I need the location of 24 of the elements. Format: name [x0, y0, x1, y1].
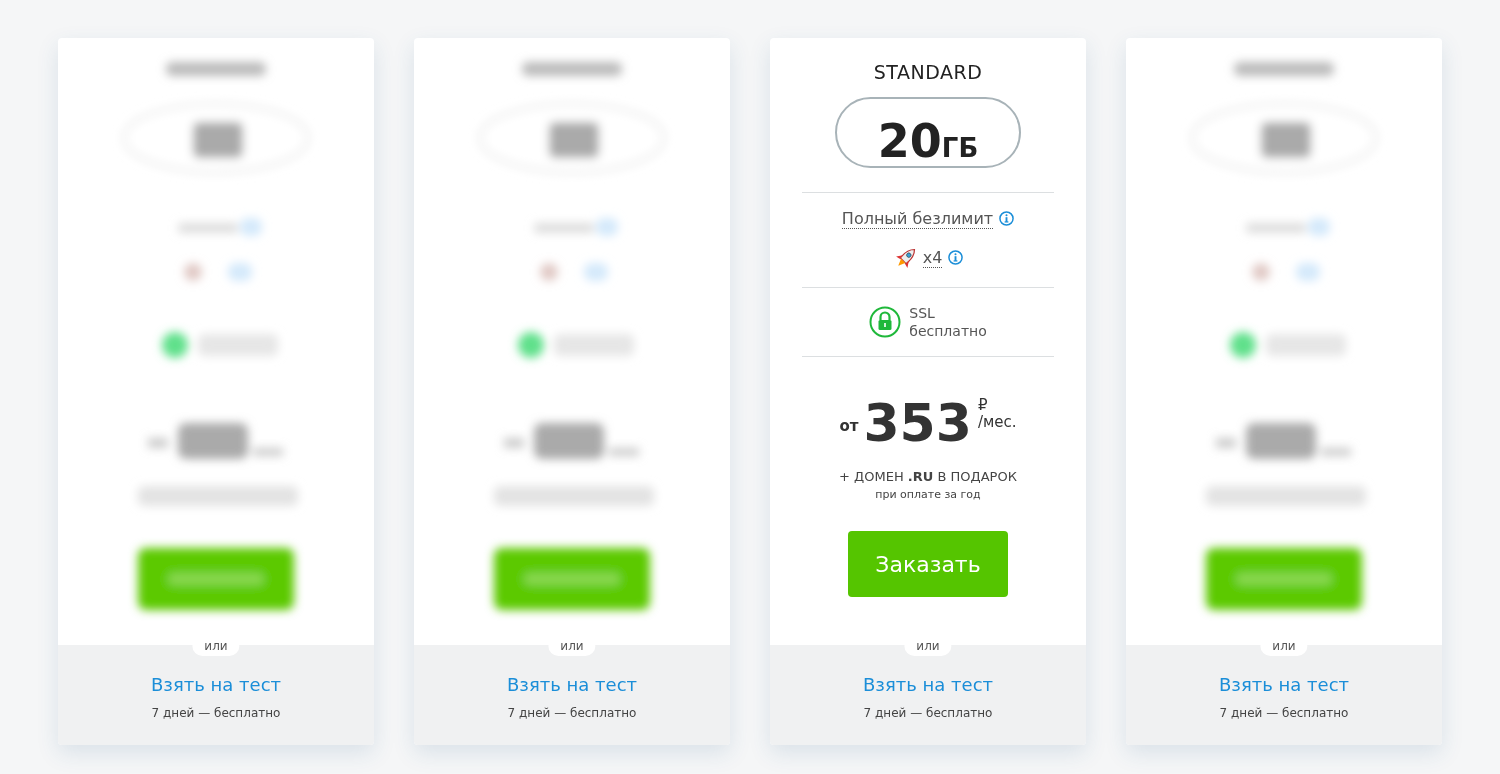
trial-link[interactable]: Взять на тест — [151, 671, 281, 698]
info-icon[interactable] — [999, 211, 1015, 227]
price-prefix: от — [839, 415, 859, 437]
bonus-note: при оплате за год — [875, 486, 981, 503]
lock-icon — [869, 305, 902, 338]
trial-link[interactable]: Взять на тест — [507, 671, 637, 698]
speed-label[interactable]: x4 — [922, 247, 943, 268]
price-period: /мес. — [977, 414, 1017, 432]
ssl-note: бесплатно — [909, 321, 987, 341]
bonus-text: + ДОМЕН .RU В ПОДАРОК — [839, 468, 1017, 487]
trial-note: 7 дней — бесплатно — [1219, 705, 1349, 722]
trial-note: 7 дней — бесплатно — [863, 705, 993, 722]
disk-size-badge: 20ГБ — [835, 96, 1021, 168]
price-value: 353 — [863, 397, 972, 450]
traffic-label[interactable]: Полный безлимит — [841, 208, 994, 229]
currency-sign: ₽ — [977, 397, 989, 415]
plan-title: STANDARD — [873, 60, 983, 85]
trial-note: 7 дней — бесплатно — [151, 705, 281, 722]
trial-note: 7 дней — бесплатно — [507, 705, 637, 722]
trial-link[interactable]: Взять на тест — [863, 671, 993, 698]
ssl-label: SSL — [909, 303, 936, 322]
trial-link[interactable]: Взять на тест — [1219, 671, 1349, 698]
order-button[interactable]: Заказать — [848, 531, 1008, 598]
info-icon[interactable] — [948, 250, 964, 266]
